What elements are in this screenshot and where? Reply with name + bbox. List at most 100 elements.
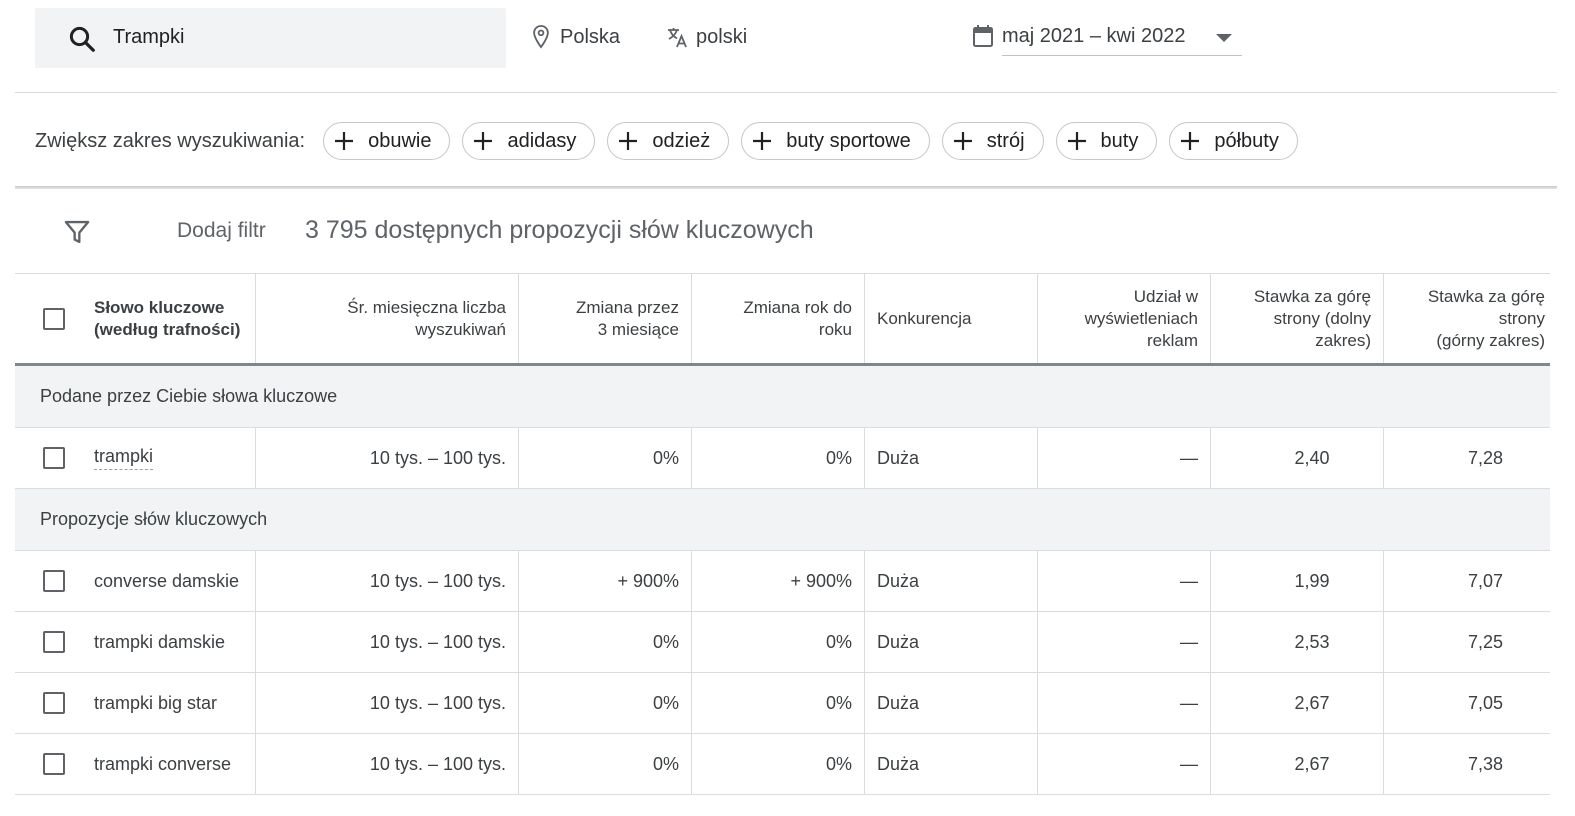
chip-obuwie[interactable]: obuwie xyxy=(323,122,451,160)
avg-searches-cell: 10 tys. – 100 tys. xyxy=(255,551,518,611)
search-box[interactable]: Trampki xyxy=(35,8,506,68)
header-three-month-change[interactable]: Zmiana przez 3 miesiące xyxy=(518,274,691,363)
header-ad-share[interactable]: Udział w wyświetleniach reklam xyxy=(1037,274,1210,363)
table-row[interactable]: trampki damskie 10 tys. – 100 tys. 0% 0%… xyxy=(15,612,1550,673)
date-underline xyxy=(1002,55,1242,56)
plus-icon xyxy=(1067,132,1086,150)
avg-searches-cell: 10 tys. – 100 tys. xyxy=(255,673,518,733)
avg-searches-cell: 10 tys. – 100 tys. xyxy=(255,612,518,672)
three-month-cell: 0% xyxy=(518,673,691,733)
chip-odziez[interactable]: odzież xyxy=(607,122,730,160)
chip-buty-sportowe[interactable]: buty sportowe xyxy=(741,122,930,160)
location-selector[interactable]: Polska xyxy=(530,24,620,50)
row-checkbox-cell xyxy=(15,734,93,794)
language-label: polski xyxy=(696,25,748,48)
keyword-cell[interactable]: converse damskie xyxy=(93,551,255,611)
chip-polbuty[interactable]: półbuty xyxy=(1169,122,1298,160)
avg-searches-cell: 10 tys. – 100 tys. xyxy=(255,734,518,794)
header-high-line2: strony xyxy=(1498,308,1545,328)
header-ad-line2: wyświetleniach xyxy=(1084,308,1198,328)
header-high-line3: (górny zakres) xyxy=(1436,330,1545,350)
ad-share-cell: — xyxy=(1037,428,1210,488)
three-month-cell: + 900% xyxy=(518,551,691,611)
translate-icon xyxy=(668,28,687,48)
divider-shadow xyxy=(15,186,1557,189)
plus-icon xyxy=(474,132,493,150)
header-yoy-line1: Zmiana rok do xyxy=(743,297,852,317)
add-filter-button[interactable]: Dodaj filtr xyxy=(177,219,266,243)
bid-low-cell: 2,53 xyxy=(1210,612,1383,672)
table-row[interactable]: trampki big star 10 tys. – 100 tys. 0% 0… xyxy=(15,673,1550,734)
chip-stroj[interactable]: strój xyxy=(941,122,1044,160)
row-checkbox[interactable] xyxy=(43,753,65,775)
results-count: 3 795 dostępnych propozycji słów kluczow… xyxy=(305,216,814,244)
chip-label: adidasy xyxy=(507,129,577,152)
bid-low-cell: 2,40 xyxy=(1210,428,1383,488)
competition-cell: Duża xyxy=(864,612,1037,672)
bid-high-cell: 7,07 xyxy=(1383,551,1550,611)
yoy-cell: 0% xyxy=(691,734,864,794)
bid-high-cell: 7,28 xyxy=(1383,428,1550,488)
plus-icon xyxy=(335,132,354,150)
caret-down-icon[interactable] xyxy=(1216,34,1232,42)
ad-share-cell: — xyxy=(1037,734,1210,794)
bid-high-cell: 7,25 xyxy=(1383,612,1550,672)
row-checkbox[interactable] xyxy=(43,631,65,653)
avg-searches-cell: 10 tys. – 100 tys. xyxy=(255,428,518,488)
table-row[interactable]: trampki converse 10 tys. – 100 tys. 0% 0… xyxy=(15,734,1550,795)
row-checkbox-cell xyxy=(15,612,93,672)
header-keyword-line1: Słowo kluczowe xyxy=(94,297,225,317)
broaden-search-bar: Zwiększ zakres wyszukiwania: obuwie adid… xyxy=(35,122,1310,160)
header-yoy-change[interactable]: Zmiana rok do roku xyxy=(691,274,864,363)
ad-share-cell: — xyxy=(1037,673,1210,733)
broaden-label: Zwiększ zakres wyszukiwania: xyxy=(35,129,306,152)
bid-high-cell: 7,38 xyxy=(1383,734,1550,794)
three-month-cell: 0% xyxy=(518,612,691,672)
competition-cell: Duża xyxy=(864,734,1037,794)
header-yoy-line2: roku xyxy=(818,319,852,339)
plus-icon xyxy=(953,132,972,150)
keyword-text[interactable]: trampki xyxy=(94,446,154,470)
chip-label: odzież xyxy=(652,129,711,152)
plus-icon xyxy=(753,132,772,150)
keyword-cell[interactable]: trampki damskie xyxy=(93,612,255,672)
chip-adidasy[interactable]: adidasy xyxy=(462,122,596,160)
yoy-cell: 0% xyxy=(691,673,864,733)
row-checkbox[interactable] xyxy=(43,692,65,714)
chip-buty[interactable]: buty xyxy=(1055,122,1158,160)
header-high-line1: Stawka za górę xyxy=(1427,286,1545,306)
date-range-label: maj 2021 – kwi 2022 xyxy=(1002,25,1186,47)
filter-icon[interactable] xyxy=(63,218,91,246)
header-low-line1: Stawka za górę xyxy=(1253,286,1371,306)
section-provided-keywords: Podane przez Ciebie słowa kluczowe xyxy=(15,366,1550,428)
row-checkbox[interactable] xyxy=(43,447,65,469)
chip-label: półbuty xyxy=(1214,129,1279,152)
row-checkbox-cell xyxy=(15,551,93,611)
chip-label: strój xyxy=(986,129,1025,152)
section-label: Podane przez Ciebie słowa kluczowe xyxy=(40,386,338,406)
chip-label: obuwie xyxy=(368,129,432,152)
header-ad-line1: Udział w xyxy=(1133,286,1198,306)
bid-low-cell: 2,67 xyxy=(1210,673,1383,733)
date-range-selector[interactable]: maj 2021 – kwi 2022 xyxy=(972,22,1242,56)
keyword-cell[interactable]: trampki converse xyxy=(93,734,255,794)
table-row[interactable]: trampki 10 tys. – 100 tys. 0% 0% Duża — … xyxy=(15,428,1550,489)
bid-high-cell: 7,05 xyxy=(1383,673,1550,733)
header-avg-searches[interactable]: Śr. miesięczna liczba wyszukiwań xyxy=(255,274,518,363)
row-checkbox[interactable] xyxy=(43,570,65,592)
chip-label: buty xyxy=(1100,129,1139,152)
yoy-cell: 0% xyxy=(691,428,864,488)
header-low-line2: strony (dolny xyxy=(1273,308,1371,328)
calendar-icon xyxy=(973,25,993,47)
header-bid-high[interactable]: Stawka za górę strony (górny zakres) xyxy=(1383,274,1550,363)
search-input[interactable]: Trampki xyxy=(113,26,184,49)
header-bid-low[interactable]: Stawka za górę strony (dolny zakres) xyxy=(1210,274,1383,363)
header-keyword-line2: (według trafności) xyxy=(94,319,241,339)
yoy-cell: + 900% xyxy=(691,551,864,611)
header-keyword[interactable]: Słowo kluczowe (według trafności) xyxy=(93,274,255,363)
select-all-checkbox[interactable] xyxy=(43,307,65,330)
language-selector[interactable]: polski xyxy=(666,24,747,50)
table-row[interactable]: converse damskie 10 tys. – 100 tys. + 90… xyxy=(15,551,1550,612)
keyword-cell[interactable]: trampki big star xyxy=(93,673,255,733)
header-competition[interactable]: Konkurencja xyxy=(864,274,1037,363)
